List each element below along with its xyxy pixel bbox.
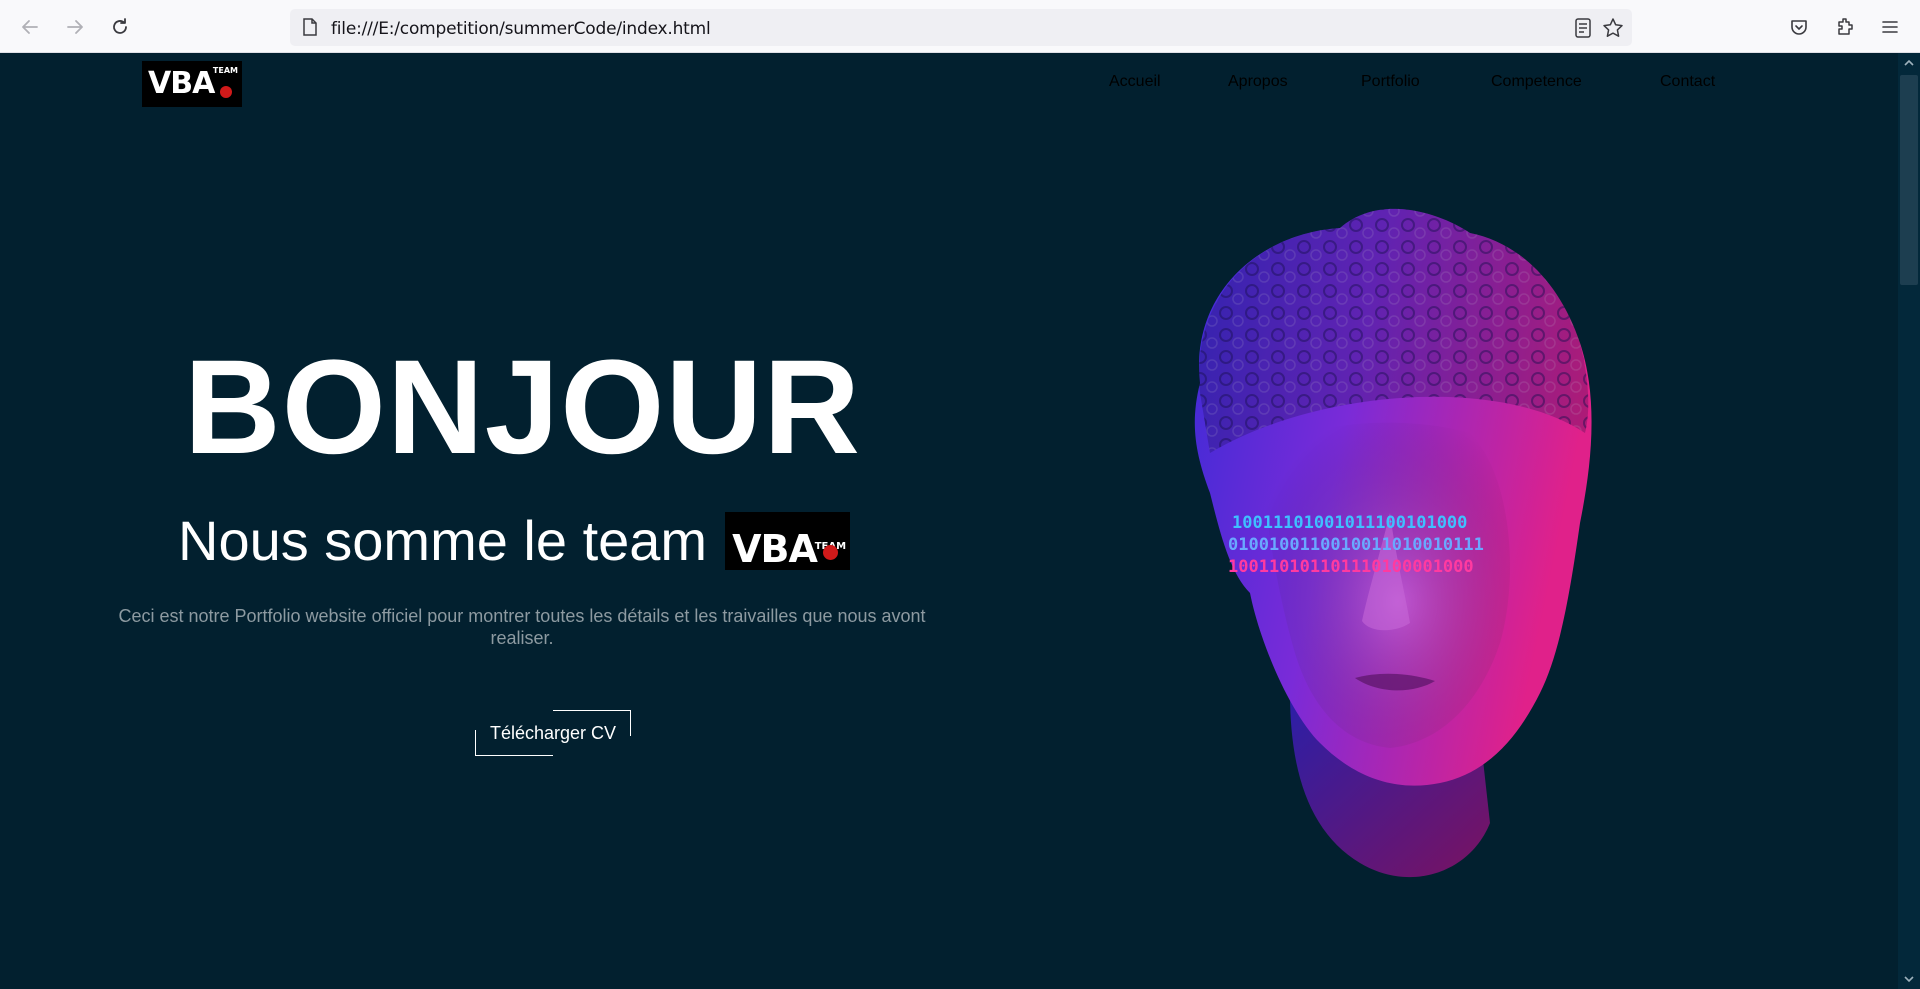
reader-view-icon[interactable]	[1574, 18, 1592, 43]
nav-item-competence[interactable]: Competence	[1491, 73, 1582, 91]
portfolio-page: VBA TEAM Accueil Apropos Portfolio Compe…	[0, 53, 1898, 989]
logo-team-text: TEAM	[212, 66, 238, 75]
browser-toolbar: file:///E:/competition/summerCode/index.…	[0, 0, 1920, 53]
address-bar[interactable]: file:///E:/competition/summerCode/index.…	[290, 9, 1632, 46]
extensions-icon[interactable]	[1831, 13, 1859, 41]
nav-item-contact[interactable]: Contact	[1660, 73, 1715, 91]
bookmark-star-icon[interactable]	[1602, 17, 1624, 44]
binary-line-1: 10011101001011100101000	[1232, 513, 1467, 533]
vba-team-logo[interactable]: VBA TEAM	[142, 61, 242, 107]
page-icon	[302, 18, 318, 41]
menu-icon[interactable]	[1876, 13, 1904, 41]
download-cv-button[interactable]: Télécharger CV	[475, 710, 631, 756]
logo-letters: VBA	[148, 66, 215, 101]
forward-arrow-icon[interactable]	[61, 13, 89, 41]
scroll-up-icon[interactable]	[1903, 57, 1915, 69]
back-arrow-icon[interactable]	[16, 13, 44, 41]
nav-item-accueil[interactable]: Accueil	[1109, 73, 1161, 91]
statue-head-image: 10011101001011100101000 0100100110010011…	[1194, 208, 1592, 878]
hero-description: Ceci est notre Portfolio website officie…	[118, 606, 926, 648]
hero-subtitle: Nous somme le team VBA TEAM	[178, 509, 851, 572]
pocket-icon[interactable]	[1785, 13, 1813, 41]
url-text: file:///E:/competition/summerCode/index.…	[331, 19, 711, 39]
scroll-down-icon[interactable]	[1903, 973, 1915, 985]
hero-subtitle-text: Nous somme le team	[178, 509, 708, 572]
vba-team-logo-inline: VBA TEAM	[725, 512, 851, 571]
download-cv-label: Télécharger CV	[489, 722, 617, 743]
nav-item-apropos[interactable]: Apropos	[1228, 73, 1288, 91]
binary-line-2: 0100100110010011010010111	[1228, 535, 1484, 555]
hero-title: BONJOUR	[183, 333, 862, 482]
logo-red-dot	[823, 545, 839, 560]
nav-item-portfolio[interactable]: Portfolio	[1361, 73, 1420, 91]
binary-line-3: 100110101101110100001000	[1228, 557, 1474, 577]
logo-letters: VBA	[732, 527, 818, 571]
reload-icon[interactable]	[106, 13, 134, 41]
page-scrollbar[interactable]	[1898, 53, 1920, 989]
scrollbar-thumb[interactable]	[1900, 75, 1918, 285]
logo-red-dot	[220, 86, 232, 98]
